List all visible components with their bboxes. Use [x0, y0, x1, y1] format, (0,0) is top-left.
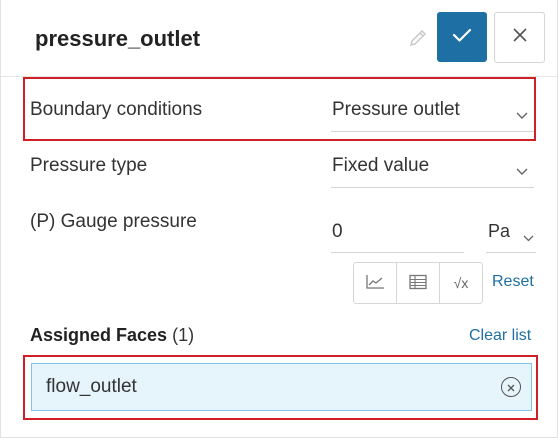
pressure-unit-value: Pa — [488, 221, 511, 241]
formula-button[interactable]: √x — [440, 263, 482, 303]
gauge-pressure-label: (P) Gauge pressure — [30, 211, 197, 232]
pressure-type-label: Pressure type — [30, 155, 148, 176]
assigned-faces-count: (1) — [172, 325, 195, 345]
table-button[interactable] — [397, 263, 440, 303]
assigned-faces-heading: Assigned Faces (1) — [30, 325, 194, 346]
page-title: pressure_outlet — [35, 26, 201, 51]
face-name: flow_outlet — [46, 376, 137, 397]
clear-list-link[interactable]: Clear list — [469, 327, 531, 345]
chevron-down-icon — [516, 163, 528, 181]
assigned-face-item[interactable]: flow_outlet — [31, 363, 532, 411]
boundary-condition-panel: pressure_outlet Boundary conditions Pres… — [0, 0, 558, 438]
reset-link[interactable]: Reset — [492, 273, 534, 291]
gauge-pressure-value: 0 — [332, 221, 343, 242]
chart-icon — [365, 274, 385, 293]
table-icon — [409, 274, 427, 293]
confirm-button[interactable] — [437, 12, 487, 62]
boundary-conditions-select[interactable]: Pressure outlet — [331, 91, 534, 132]
pressure-type-value: Fixed value — [332, 155, 430, 176]
remove-face-button[interactable] — [501, 377, 521, 397]
pencil-icon[interactable] — [407, 27, 429, 49]
close-icon — [507, 380, 515, 395]
chart-button[interactable] — [354, 263, 397, 303]
boundary-conditions-value: Pressure outlet — [332, 99, 460, 120]
formula-icon: √x — [453, 275, 469, 291]
close-icon — [512, 28, 527, 47]
close-button[interactable] — [494, 12, 545, 63]
panel-header: pressure_outlet — [1, 0, 557, 77]
pressure-type-select[interactable]: Fixed value — [331, 147, 534, 188]
chevron-down-icon — [516, 107, 528, 125]
assigned-faces-title: Assigned Faces — [30, 325, 168, 345]
value-mode-toolbar: √x — [353, 262, 483, 304]
gauge-pressure-input[interactable]: 0 — [331, 210, 464, 253]
pressure-unit-select[interactable]: Pa — [486, 210, 536, 253]
check-icon — [452, 27, 472, 48]
boundary-conditions-label: Boundary conditions — [30, 99, 203, 120]
chevron-down-icon — [523, 229, 534, 247]
